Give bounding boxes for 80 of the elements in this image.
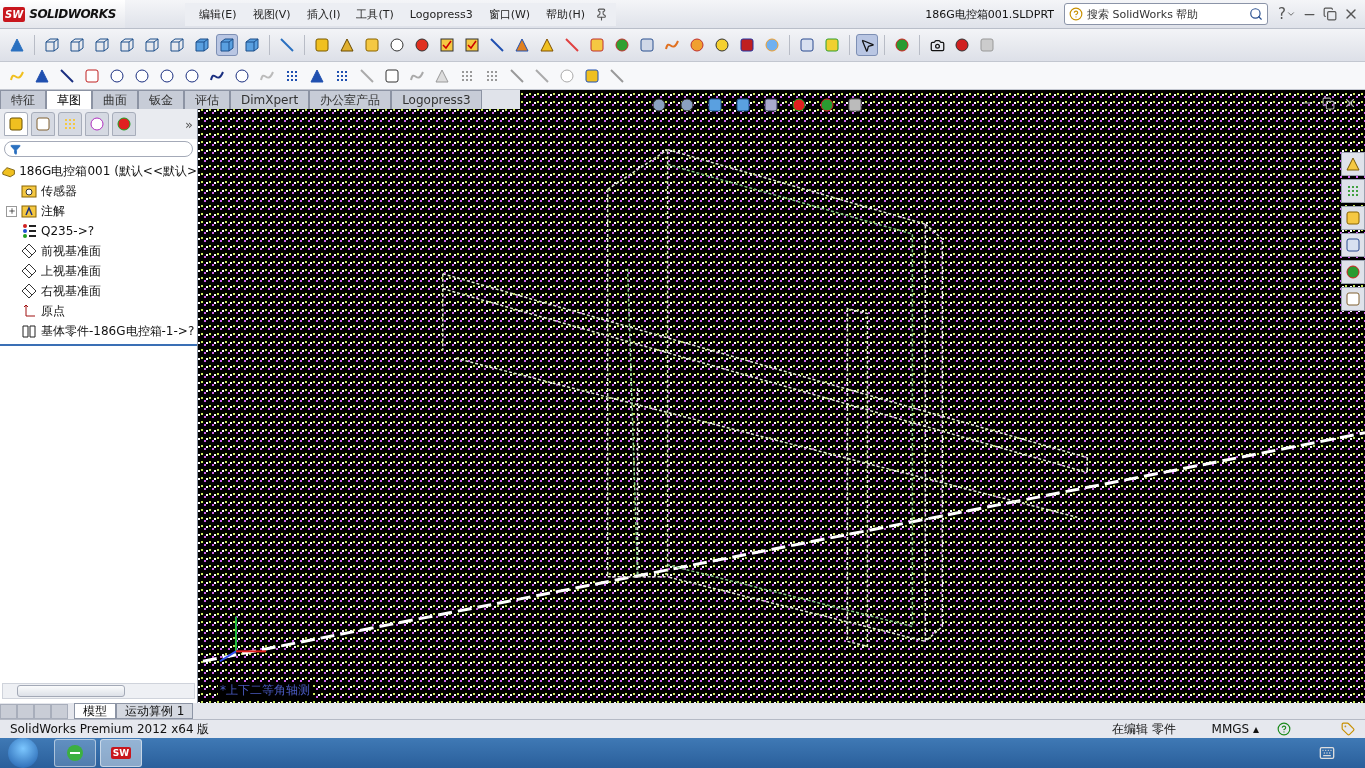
axis-triad-icon <box>219 615 267 663</box>
line-icon <box>59 67 75 84</box>
command-tab[interactable]: 办公室产品 <box>309 90 392 109</box>
search-bar[interactable]: 搜索 SolidWorks 帮助 <box>1064 3 1269 25</box>
circle-icon <box>559 67 575 84</box>
menu-item[interactable]: 编辑(E) <box>193 4 243 24</box>
sphere-icon <box>819 97 835 113</box>
start-button[interactable] <box>8 738 38 768</box>
search-icon <box>1249 7 1264 21</box>
panel-tab[interactable] <box>85 112 109 136</box>
tree-item[interactable]: 注解 <box>2 201 197 221</box>
tree-item[interactable]: 右视基准面 <box>2 281 197 301</box>
dropdown-icon[interactable] <box>1286 9 1296 19</box>
pointer-icon <box>859 37 875 53</box>
window-close-icon[interactable] <box>1343 96 1357 110</box>
sphere-icon <box>894 37 910 53</box>
rectangle-icon <box>84 67 100 84</box>
taskbar-app[interactable] <box>54 739 96 767</box>
checklist-icon <box>439 37 455 53</box>
filter-field[interactable] <box>4 141 193 157</box>
tree-item[interactable]: Q235->? <box>2 221 197 241</box>
view-name: *上下二等角轴测 <box>218 682 312 699</box>
task-pane-tab[interactable] <box>1341 287 1365 311</box>
model-tab[interactable]: 模型 <box>74 703 116 719</box>
menu-item[interactable]: 插入(I) <box>300 4 347 24</box>
document-title: 186G电控箱001.SLDPRT <box>925 6 1055 22</box>
task-pane-tab[interactable] <box>1341 179 1365 203</box>
task-pane-tab[interactable] <box>1341 206 1365 230</box>
panel-tab[interactable] <box>31 112 55 136</box>
command-tab[interactable]: Logopress3 <box>391 90 482 109</box>
menu-item[interactable]: 帮助(H) <box>540 4 591 24</box>
task-pane-tab[interactable] <box>1341 260 1365 284</box>
command-tab[interactable]: 钣金 <box>138 90 184 109</box>
checklist-icon <box>464 37 480 53</box>
tree-item[interactable]: 基体零件-186G电控箱-1->? <box>2 321 197 341</box>
restore-icon[interactable] <box>1323 7 1337 21</box>
more-button[interactable]: » <box>185 116 193 132</box>
tree-item[interactable]: 上视基准面 <box>2 261 197 281</box>
tree-item[interactable]: 186G电控箱001 (默认<<默认> <box>2 161 197 181</box>
command-tab[interactable]: 草图 <box>46 90 92 109</box>
command-tab[interactable]: 曲面 <box>92 90 138 109</box>
menu-item[interactable]: 窗口(W) <box>482 4 537 24</box>
origin-icon <box>21 303 37 319</box>
toolbar-button[interactable] <box>856 34 878 56</box>
square-icon <box>739 37 755 53</box>
units-button[interactable]: MMGS ▴ <box>1203 722 1267 736</box>
panel-tab[interactable] <box>112 112 136 136</box>
command-tab[interactable]: 评估 <box>184 90 230 109</box>
model-tab[interactable]: 运动算例 1 <box>116 703 194 719</box>
task-pane-tab[interactable] <box>1341 233 1365 257</box>
tag-icon[interactable] <box>1341 722 1355 736</box>
pin-icon[interactable] <box>595 7 608 21</box>
sphere-icon <box>1345 264 1361 280</box>
product-name: SolidWorks Premium 2012 x64 版 <box>9 720 211 738</box>
keyboard-icon[interactable] <box>1319 745 1335 761</box>
command-tab[interactable]: DimXpert <box>230 90 310 109</box>
menu-item[interactable]: 工具(T) <box>350 4 400 24</box>
window-restore-icon[interactable] <box>1322 96 1335 110</box>
help-icon[interactable] <box>1277 722 1291 736</box>
filter-icon <box>10 143 21 155</box>
menu-item[interactable]: Logopress3 <box>403 5 479 23</box>
panel-tab[interactable] <box>4 112 28 136</box>
tree-item[interactable]: 原点 <box>2 301 197 321</box>
material-icon <box>21 223 37 239</box>
camera-icon <box>929 37 945 53</box>
sphere-icon <box>764 37 780 53</box>
edit-mode: 在编辑 零件 <box>1110 720 1177 738</box>
command-tab[interactable]: 特征 <box>0 90 46 109</box>
circle-icon <box>134 67 150 84</box>
menu-item[interactable]: 视图(V) <box>246 4 297 24</box>
tree-item[interactable]: 传感器 <box>2 181 197 201</box>
task-pane-tab[interactable] <box>1341 152 1365 176</box>
taskbar-app[interactable]: SW <box>100 739 142 767</box>
sphere-icon <box>791 97 807 113</box>
scrollbar[interactable] <box>2 683 195 699</box>
tree-item[interactable]: 前视基准面 <box>2 241 197 261</box>
help-icon <box>1069 7 1084 21</box>
help-button[interactable]: ? <box>1278 5 1286 23</box>
expand-icon[interactable] <box>6 205 17 217</box>
app-logo: SW SOLIDWORKS <box>0 0 125 28</box>
